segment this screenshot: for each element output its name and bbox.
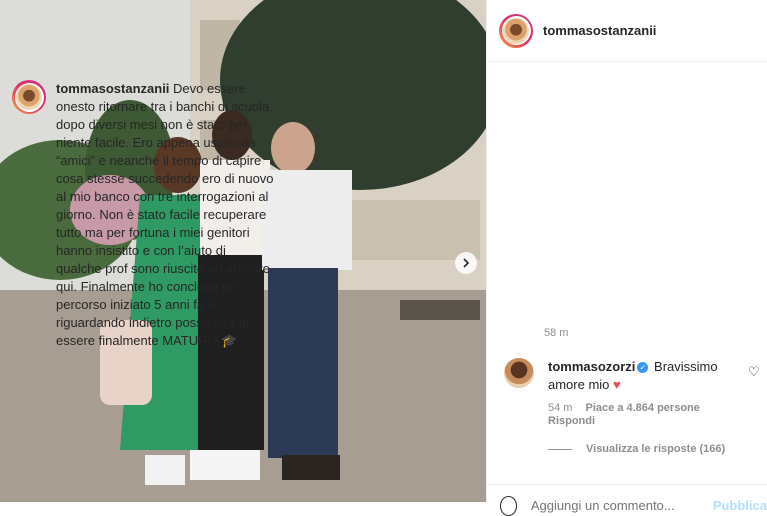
red-heart-emoji-icon: ♥	[613, 377, 621, 392]
verified-badge-icon: ✓	[637, 362, 649, 374]
comment-likes[interactable]: Piace a 4.864 persone	[586, 402, 700, 414]
add-comment-bar: Pubblica	[486, 484, 767, 516]
caption-text: Devo essere onesto ritornare tra i banch…	[56, 81, 274, 348]
replies-divider	[548, 448, 572, 450]
avatar[interactable]	[499, 13, 533, 48]
smiley-icon[interactable]	[500, 495, 517, 516]
chevron-right-icon	[463, 258, 470, 268]
view-replies-label: Visualizza le risposte (166)	[586, 443, 726, 455]
view-replies-button[interactable]: Visualizza le risposte (166)	[548, 443, 725, 455]
caption-timestamp[interactable]: 58 m	[544, 327, 568, 339]
comment-item: tommasozorzi ✓ Bravissimo amore mio ♥	[504, 358, 764, 394]
publish-button[interactable]: Pubblica	[713, 498, 767, 513]
header-username[interactable]: tommasostanzanii	[543, 23, 656, 38]
reply-button[interactable]: Rispondi	[548, 415, 595, 427]
heart-outline-icon[interactable]: ♡	[748, 364, 760, 380]
next-photo-button[interactable]	[455, 252, 477, 274]
comment-meta: 54 m Piace a 4.864 persone Rispondi	[548, 402, 710, 428]
post-caption: tommasostanzanii Devo essere onesto rito…	[12, 80, 274, 350]
post-header: tommasostanzanii	[487, 0, 767, 62]
comment-avatar[interactable]	[504, 358, 534, 388]
comment-timestamp[interactable]: 54 m	[548, 402, 572, 414]
caption-username[interactable]: tommasostanzanii	[56, 81, 169, 96]
comment-input[interactable]	[530, 498, 701, 513]
comment-username[interactable]: tommasozorzi	[548, 359, 635, 374]
caption-avatar[interactable]	[12, 80, 46, 114]
